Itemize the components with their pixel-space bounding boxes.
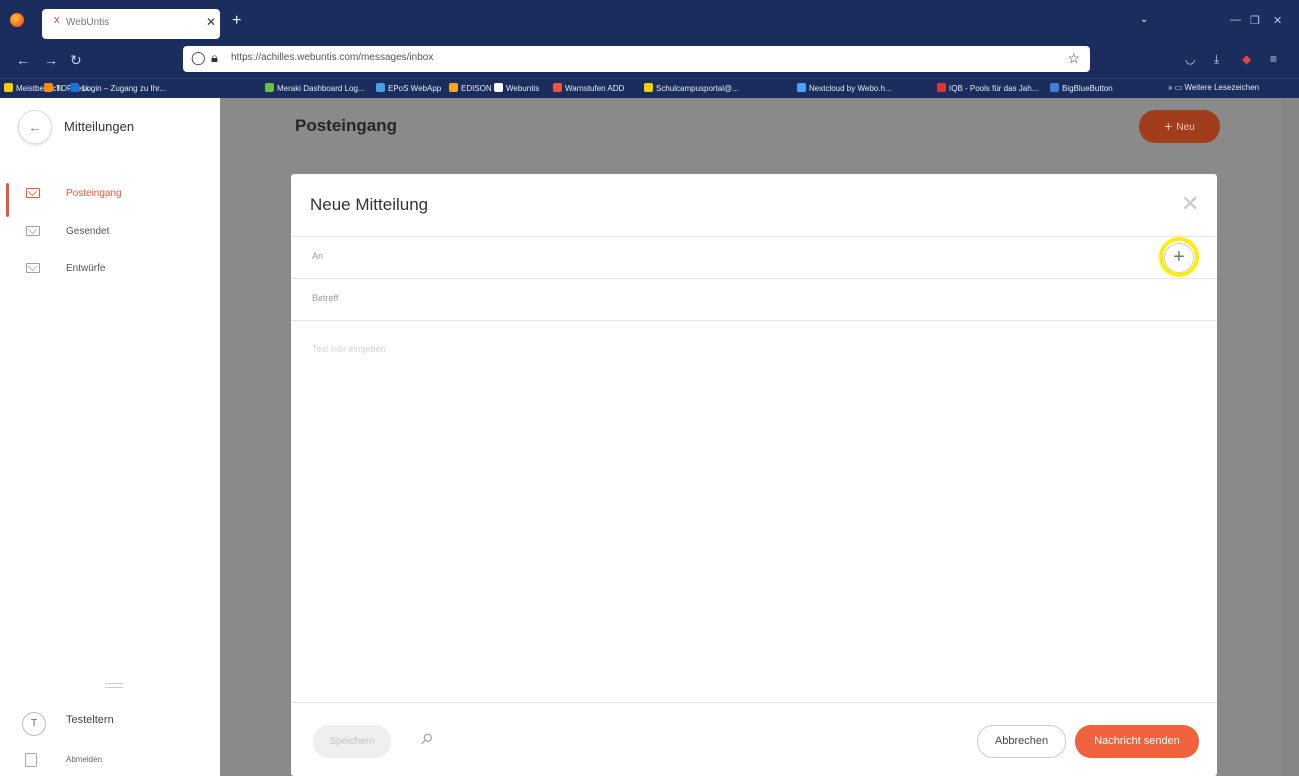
mail-draft-icon: [26, 263, 40, 273]
shield-icon[interactable]: ◯: [191, 50, 206, 66]
pocket-icon[interactable]: ◡: [1185, 52, 1195, 66]
avatar[interactable]: T: [22, 712, 46, 736]
reload-icon[interactable]: ↻: [70, 52, 82, 69]
page-title: Posteingang: [295, 116, 398, 135]
bookmark-item[interactable]: Webuntis: [494, 83, 539, 93]
bookmark-label: Webuntis: [506, 84, 540, 93]
recipient-label: An: [312, 251, 324, 261]
tab-title: WebUntis: [66, 17, 110, 28]
bookmark-label: Meraki Dashboard Log...: [277, 84, 365, 93]
browser-tab[interactable]: x WebUntis ✕: [42, 9, 220, 39]
user-name[interactable]: Testeltern: [66, 714, 114, 726]
extension-icon[interactable]: ◆: [1242, 52, 1251, 66]
bookmark-favicon-icon: [4, 83, 13, 92]
back-button[interactable]: ←: [18, 110, 52, 144]
sidebar-item-label: Gesendet: [66, 226, 110, 237]
window-close-icon[interactable]: ✕: [1273, 14, 1282, 27]
bookmark-label: Warnstufen ADD: [565, 84, 625, 93]
dialog-footer: Speichern ⚲ Abbrechen Nachricht senden: [291, 702, 1217, 776]
cancel-button[interactable]: Abbrechen: [977, 725, 1066, 758]
sidebar-item-drafts[interactable]: Entwürfe: [0, 258, 220, 288]
sidebar-item-label: Entwürfe: [66, 263, 106, 274]
mail-icon: [26, 188, 40, 198]
forward-arrow-icon[interactable]: →: [44, 52, 58, 68]
bookmark-label: EPoS WebApp: [388, 84, 442, 93]
menu-icon[interactable]: ≡: [1270, 52, 1277, 66]
plus-icon: +: [1164, 118, 1173, 134]
close-icon[interactable]: ✕: [1181, 193, 1199, 215]
new-tab-icon[interactable]: +: [232, 12, 241, 30]
new-message-dialog: Neue Mitteilung ✕ An + Betreff Text hier…: [291, 174, 1217, 776]
bookmark-label: Login – Zugang zu Ihr...: [82, 84, 167, 93]
bookmark-favicon-icon: [797, 83, 806, 92]
bookmark-favicon-icon: [265, 83, 274, 92]
more-bookmarks[interactable]: » ▭ Weitere Lesezeichen: [1168, 83, 1259, 92]
list-tabs-icon[interactable]: ⌄: [1140, 14, 1148, 25]
dialog-title: Neue Mitteilung: [310, 195, 429, 214]
recipient-field[interactable]: An +: [291, 236, 1217, 278]
highlight-circle: [1159, 237, 1199, 277]
bookmark-item[interactable]: Warnstufen ADD: [553, 83, 624, 93]
sidebar-title: Mitteilungen: [64, 119, 135, 134]
bookmark-item[interactable]: Schulcampusportal@...: [644, 83, 739, 93]
save-draft-button[interactable]: Speichern: [313, 725, 391, 758]
subject-field[interactable]: Betreff: [291, 278, 1217, 320]
mail-sent-icon: [26, 226, 40, 236]
minimize-icon[interactable]: —: [1230, 14, 1241, 26]
browser-titlebar: x WebUntis ✕ + ⌄ — ❐ ✕: [0, 0, 1299, 42]
bookmark-label: IQB - Pools für das Jah...: [949, 84, 1039, 93]
url-bar[interactable]: ◯ 🔒︎ https://achilles.webuntis.com/messa…: [183, 46, 1090, 72]
bookmark-label: Nextcloud by Webo.h...: [809, 84, 892, 93]
bookmark-item[interactable]: Login – Zugang zu Ihr...: [70, 83, 166, 93]
bookmark-label: BigBlueButton: [1062, 84, 1113, 93]
messages-sidebar: ← Mitteilungen Posteingang Gesendet Entw…: [0, 98, 220, 776]
scrollbar[interactable]: [1281, 98, 1299, 776]
back-arrow-icon[interactable]: ←: [16, 52, 30, 68]
bookmark-item[interactable]: Nextcloud by Webo.h...: [797, 83, 892, 93]
bookmark-item[interactable]: BigBlueButton: [1050, 83, 1113, 93]
bookmark-item[interactable]: Meraki Dashboard Log...: [265, 83, 365, 93]
bookmark-favicon-icon: [1050, 83, 1059, 92]
bookmark-item[interactable]: EDISON: [449, 83, 492, 93]
bookmark-favicon-icon: [376, 83, 385, 92]
bookmark-favicon-icon: [70, 83, 79, 92]
url-text[interactable]: https://achilles.webuntis.com/messages/i…: [231, 52, 433, 63]
bookmark-favicon-icon: [553, 83, 562, 92]
firefox-logo-icon: [10, 13, 24, 27]
browser-navbar: ← → ↻ ◯ 🔒︎ https://achilles.webuntis.com…: [0, 42, 1299, 78]
lock-icon[interactable]: 🔒︎: [211, 50, 218, 66]
sidebar-item-sent[interactable]: Gesendet: [0, 221, 220, 251]
logout-icon[interactable]: [25, 753, 37, 767]
bookmark-favicon-icon: [494, 83, 503, 92]
tab-close-icon[interactable]: ✕: [206, 15, 216, 29]
bookmark-item[interactable]: IQB - Pools für das Jah...: [937, 83, 1038, 93]
maximize-icon[interactable]: ❐: [1250, 14, 1260, 27]
bookmarks-bar: » ▭ Weitere Lesezeichen MeistbesuchtTOPd…: [0, 78, 1299, 98]
bookmark-favicon-icon: [644, 83, 653, 92]
bookmark-item[interactable]: EPoS WebApp: [376, 83, 441, 93]
bookmark-favicon-icon: [449, 83, 458, 92]
bookmark-favicon-icon: [937, 83, 946, 92]
send-message-button[interactable]: Nachricht senden: [1075, 725, 1199, 758]
bookmark-label: EDISON: [461, 84, 492, 93]
divider: [291, 320, 1217, 321]
sidebar-item-inbox[interactable]: Posteingang: [0, 183, 220, 217]
sidebar-item-label: Posteingang: [66, 188, 122, 199]
bookmark-label: Schulcampusportal@...: [656, 84, 739, 93]
message-body-placeholder[interactable]: Text hier eingeben: [312, 344, 386, 354]
tab-favicon-icon: x: [54, 14, 60, 26]
logout-link[interactable]: Abmelden: [66, 755, 102, 764]
paperclip-icon[interactable]: ⚲: [416, 729, 437, 749]
drag-handle-icon[interactable]: [105, 683, 123, 688]
new-message-button[interactable]: + Neu: [1139, 110, 1220, 143]
bookmark-star-icon[interactable]: ☆: [1067, 50, 1080, 67]
bookmark-favicon-icon: [44, 83, 53, 92]
subject-label: Betreff: [312, 293, 339, 303]
download-icon[interactable]: ⤓: [1214, 52, 1219, 67]
